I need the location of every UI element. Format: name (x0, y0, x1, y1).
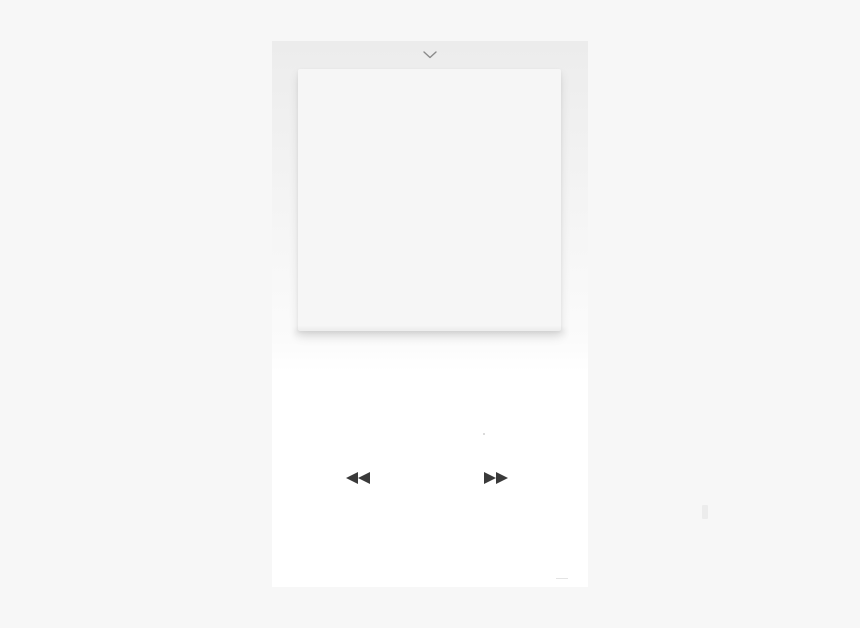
artwork-shadow (294, 329, 566, 339)
app-background (0, 0, 860, 628)
rewind-icon (344, 472, 372, 491)
track-title (298, 391, 561, 409)
fast-forward-button[interactable] (482, 469, 510, 487)
progress-scrubber[interactable] (483, 433, 485, 435)
play-button[interactable] (413, 465, 447, 491)
floating-marker (702, 505, 708, 519)
collapse-player-button[interactable] (420, 47, 440, 63)
chevron-down-icon (423, 51, 437, 59)
album-artwork (298, 69, 561, 331)
fast-forward-icon (482, 472, 510, 491)
now-playing-sheet (272, 41, 588, 587)
sheet-corner-mark (556, 578, 568, 579)
track-artist (298, 411, 561, 427)
rewind-button[interactable] (344, 469, 372, 487)
